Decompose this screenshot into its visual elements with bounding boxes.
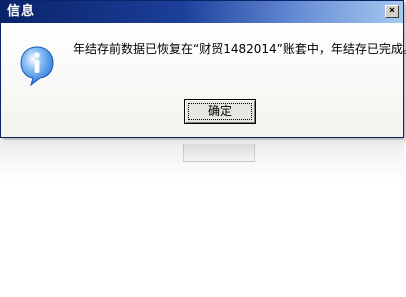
info-dialog: 信息 × 年结存前数据已恢复在“财贸1482014”账套中，年结存已完成。 确定 (0, 0, 406, 138)
ok-button[interactable]: 确定 (184, 99, 256, 124)
dialog-titlebar[interactable]: 信息 × (1, 1, 403, 23)
dialog-title: 信息 (7, 4, 36, 19)
close-icon[interactable]: × (385, 5, 399, 18)
dialog-message: 年结存前数据已恢复在“财贸1482014”账套中，年结存已完成。 (73, 42, 406, 56)
ok-button-label: 确定 (207, 104, 232, 118)
info-icon (20, 46, 54, 87)
dialog-reflection (0, 140, 404, 180)
dialog-content: 年结存前数据已恢复在“财贸1482014”账套中，年结存已完成。 确定 (1, 23, 406, 137)
button-reflection (183, 144, 255, 162)
